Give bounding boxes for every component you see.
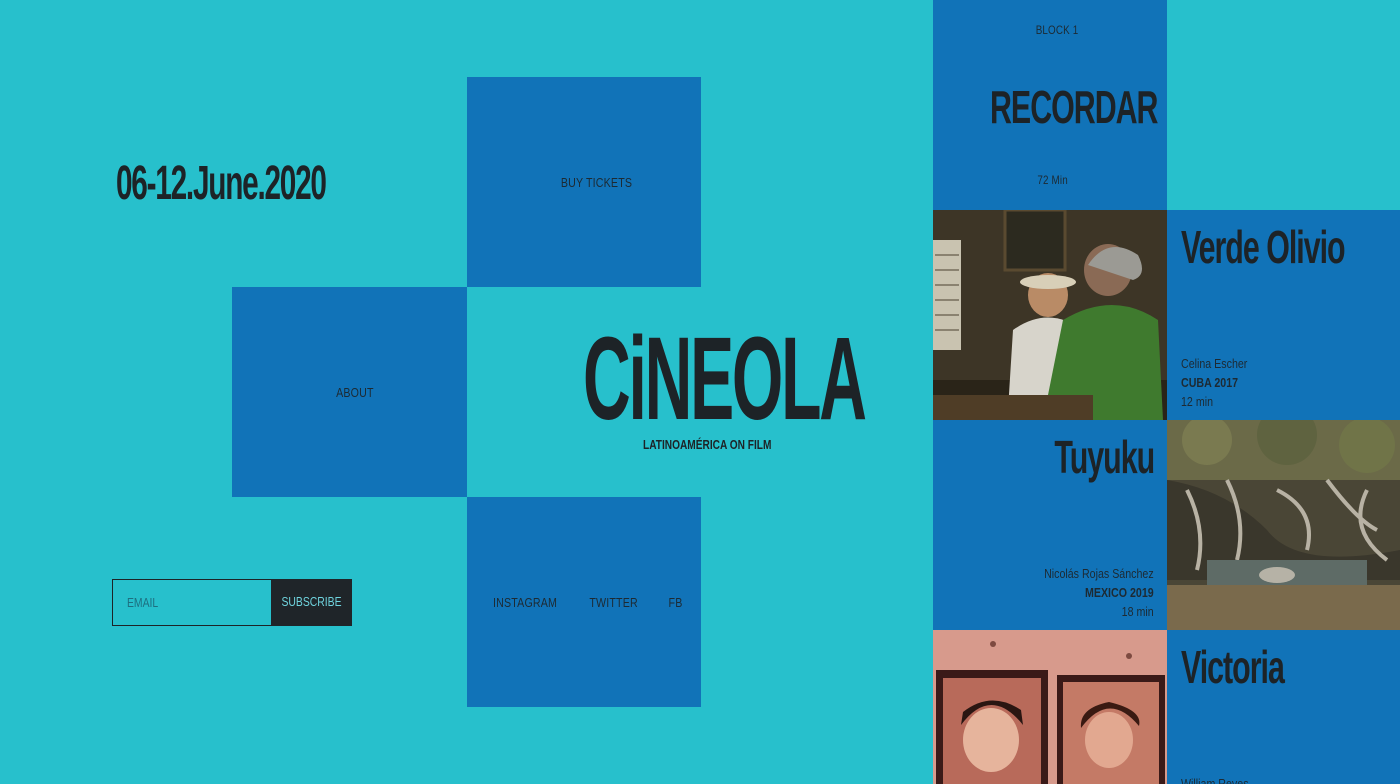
- buy-tickets-link[interactable]: BUY TICKETS: [561, 175, 632, 190]
- tagline: LATINOAMÉRICA ON FILM: [643, 437, 772, 452]
- about-tile[interactable]: ABOUT: [232, 287, 467, 497]
- block-duration: 72 Min: [1037, 173, 1068, 187]
- film-still-verde-olivio[interactable]: [933, 210, 1167, 420]
- film-country: CUBA 2017: [1181, 375, 1239, 390]
- film-director: Celina Escher: [1181, 356, 1248, 371]
- victoria-image: [933, 630, 1167, 784]
- about-link[interactable]: ABOUT: [336, 385, 374, 400]
- block-tile[interactable]: BLOCK 1 RECORDAR 72 Min: [933, 0, 1167, 210]
- film-meta: William Reyes: [1181, 774, 1249, 784]
- film-meta: Nicolás Rojas Sánchez MEXICO 2019 18 min: [1044, 564, 1154, 621]
- subscribe-label: SUBSCRIBE: [281, 594, 342, 609]
- email-placeholder: EMAIL: [127, 595, 159, 610]
- instagram-link[interactable]: INSTAGRAM: [493, 595, 557, 610]
- film-title: Victoria: [1181, 641, 1285, 693]
- film-duration: 12 min: [1181, 394, 1214, 409]
- film-still-victoria[interactable]: [933, 630, 1167, 784]
- fb-link[interactable]: FB: [669, 595, 683, 610]
- subscribe-button[interactable]: SUBSCRIBE: [271, 579, 352, 626]
- film-director: William Reyes: [1181, 776, 1249, 784]
- social-tile: INSTAGRAM TWITTER FB: [467, 497, 701, 707]
- event-date: 06-12.June.2020: [116, 157, 327, 210]
- film-director: Nicolás Rojas Sánchez: [1044, 566, 1154, 581]
- film-still-tuyuku[interactable]: [1167, 420, 1400, 630]
- film-title: Tuyuku: [1054, 431, 1155, 483]
- film-duration: 18 min: [1121, 604, 1154, 619]
- film-country: MEXICO 2019: [1085, 585, 1154, 600]
- verde-olivio-image: [933, 210, 1167, 420]
- buy-tickets-tile[interactable]: BUY TICKETS: [467, 77, 701, 287]
- cineola-logo[interactable]: CiNEOLA: [583, 320, 867, 438]
- twitter-link[interactable]: TWITTER: [589, 595, 638, 610]
- film-card-victoria[interactable]: Victoria William Reyes: [1167, 630, 1400, 784]
- film-title: Verde Olivio: [1181, 221, 1346, 273]
- film-card-tuyuku[interactable]: Tuyuku Nicolás Rojas Sánchez MEXICO 2019…: [933, 420, 1167, 630]
- email-field[interactable]: EMAIL: [112, 579, 272, 626]
- block-label: BLOCK 1: [1035, 23, 1079, 37]
- film-card-verde-olivio[interactable]: Verde Olivio Celina Escher CUBA 2017 12 …: [1167, 210, 1400, 420]
- tuyuku-image: [1167, 420, 1400, 630]
- block-title: RECORDAR: [990, 81, 1158, 133]
- film-meta: Celina Escher CUBA 2017 12 min: [1181, 354, 1247, 411]
